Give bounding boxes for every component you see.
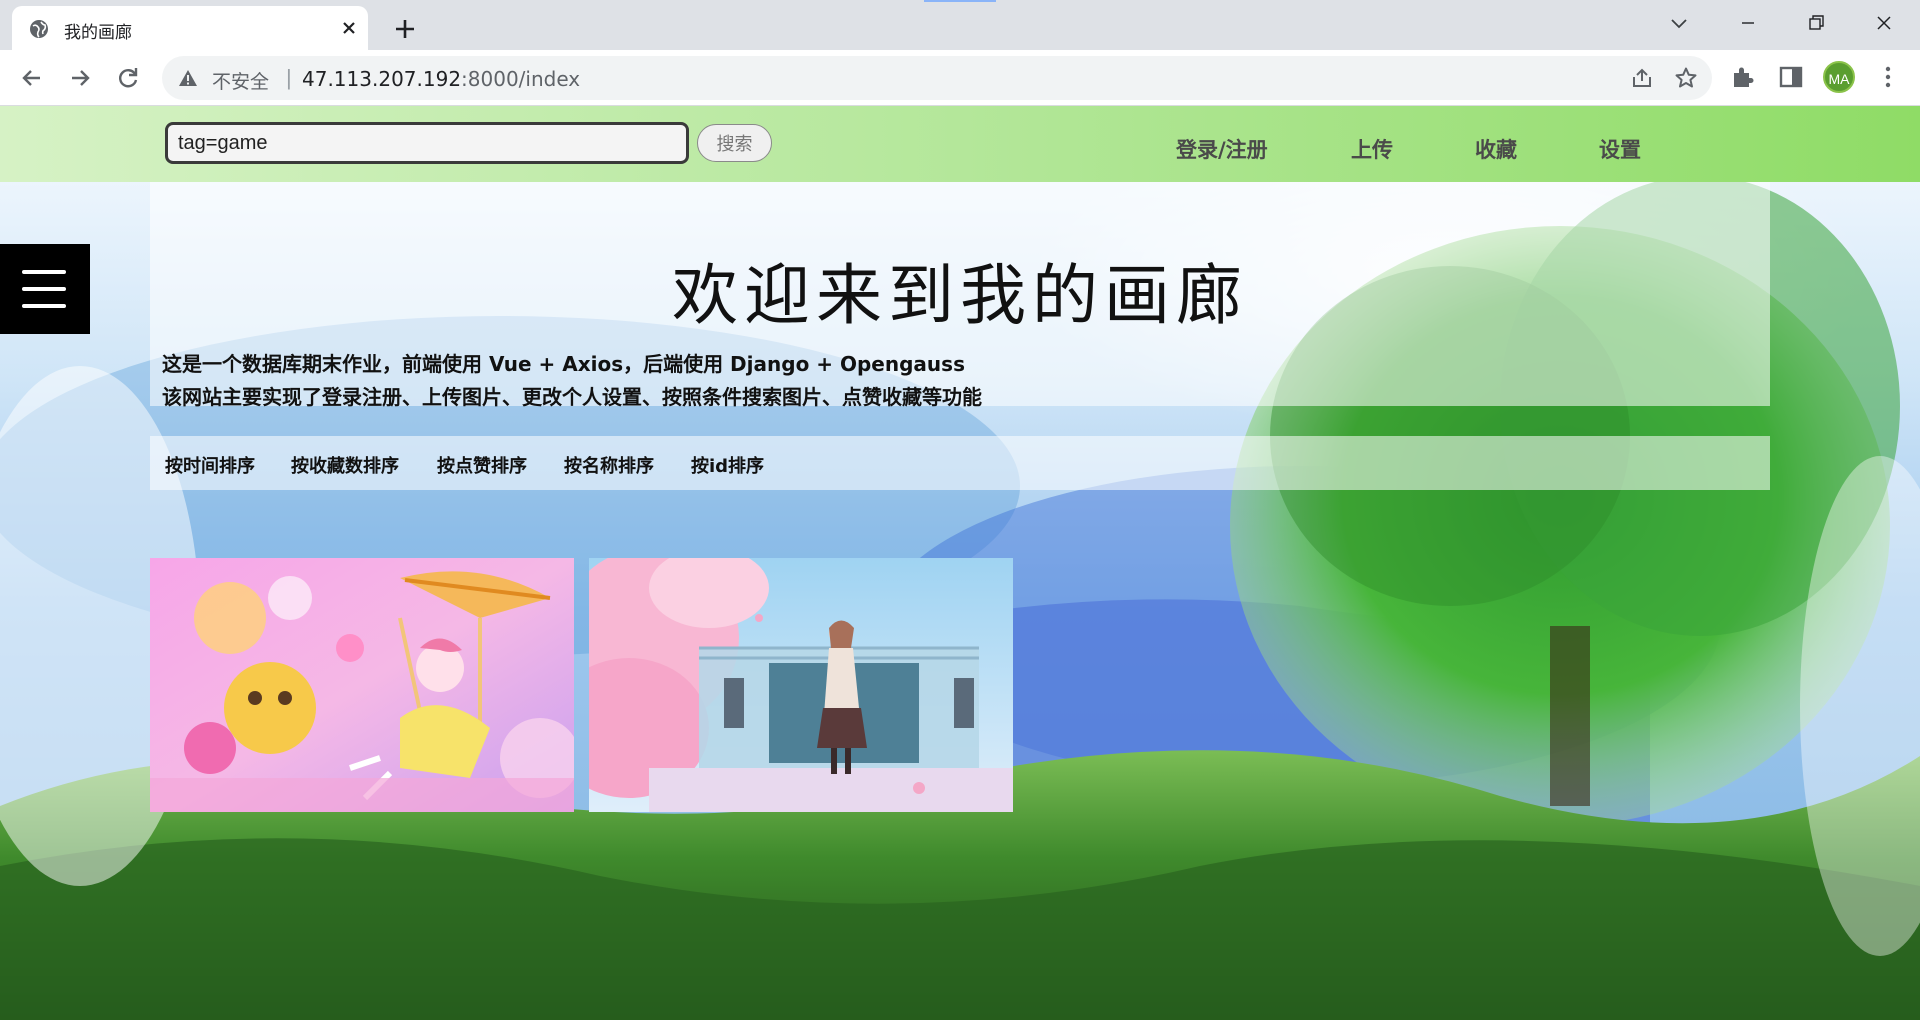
page-viewport: 搜索 登录/注册 上传 收藏 设置 欢迎来到我的画廊 这是一个数据库期末作业，前…: [0, 106, 1920, 1020]
search-button[interactable]: 搜索: [697, 124, 772, 162]
warning-triangle-icon[interactable]: [178, 68, 198, 88]
reload-icon[interactable]: [112, 62, 144, 94]
sort-by-name[interactable]: 按名称排序: [564, 452, 654, 478]
forward-arrow-icon[interactable]: [64, 62, 96, 94]
nav-upload[interactable]: 上传: [1351, 134, 1393, 164]
url-text[interactable]: 47.113.207.192:8000/index: [302, 67, 580, 91]
site-header: 搜索 登录/注册 上传 收藏 设置: [0, 106, 1920, 182]
chevron-down-icon[interactable]: [1664, 8, 1694, 38]
bookmark-star-icon[interactable]: [1674, 66, 1698, 90]
hamburger-bar: [22, 287, 66, 291]
browser-tab-active[interactable]: 我的画廊: [12, 6, 368, 50]
anime-artwork-carnival-swing-icon: [150, 558, 574, 812]
minimize-icon[interactable]: [1725, 6, 1771, 40]
sort-by-time[interactable]: 按时间排序: [165, 452, 255, 478]
close-window-icon[interactable]: [1861, 6, 1907, 40]
tab-title: 我的画廊: [64, 23, 132, 43]
nav-login-register[interactable]: 登录/注册: [1176, 134, 1268, 164]
address-bar[interactable]: 不安全 | 47.113.207.192:8000/index: [162, 56, 1712, 100]
close-tab-icon[interactable]: [338, 17, 360, 39]
sort-bar: 按时间排序 按收藏数排序 按点赞排序 按名称排序 按id排序: [150, 436, 1770, 490]
extensions-puzzle-icon[interactable]: [1730, 64, 1756, 90]
anime-artwork-stage-cherry-blossom-icon: [589, 558, 1013, 812]
nav-favorites[interactable]: 收藏: [1475, 134, 1517, 164]
gallery-card[interactable]: [150, 558, 574, 812]
browser-tabstrip: 我的画廊: [0, 0, 1920, 50]
hamburger-bar: [22, 304, 66, 308]
page-title: 欢迎来到我的画廊: [672, 257, 1248, 334]
sort-by-id[interactable]: 按id排序: [691, 452, 764, 478]
hamburger-menu-icon[interactable]: [0, 244, 90, 334]
share-icon[interactable]: [1630, 66, 1654, 90]
nav-settings[interactable]: 设置: [1599, 134, 1641, 164]
kebab-menu-icon[interactable]: [1876, 64, 1900, 90]
description-line-2: 该网站主要实现了登录注册、上传图片、更改个人设置、按照条件搜索图片、点赞收藏等功…: [162, 385, 982, 409]
url-path: :8000/index: [461, 67, 581, 91]
description-line-1: 这是一个数据库期末作业，前端使用 Vue + Axios，后端使用 Django…: [162, 352, 965, 376]
sort-by-likes[interactable]: 按点赞排序: [437, 452, 527, 478]
restore-icon[interactable]: [1793, 6, 1839, 40]
security-divider: |: [286, 65, 292, 90]
browser-toolbar: 不安全 | 47.113.207.192:8000/index MA: [0, 50, 1920, 106]
new-tab-icon[interactable]: [388, 12, 422, 46]
sort-by-favorites[interactable]: 按收藏数排序: [291, 452, 399, 478]
profile-avatar[interactable]: MA: [1823, 61, 1855, 93]
tabstrip-accent: [924, 0, 996, 2]
gallery-card[interactable]: [589, 558, 1013, 812]
hamburger-bar: [22, 270, 66, 274]
security-label[interactable]: 不安全: [212, 67, 269, 94]
search-input[interactable]: [165, 122, 689, 164]
back-arrow-icon[interactable]: [16, 62, 48, 94]
globe-icon: [30, 20, 48, 38]
side-panel-icon[interactable]: [1778, 64, 1804, 90]
url-host: 47.113.207.192: [302, 67, 462, 91]
